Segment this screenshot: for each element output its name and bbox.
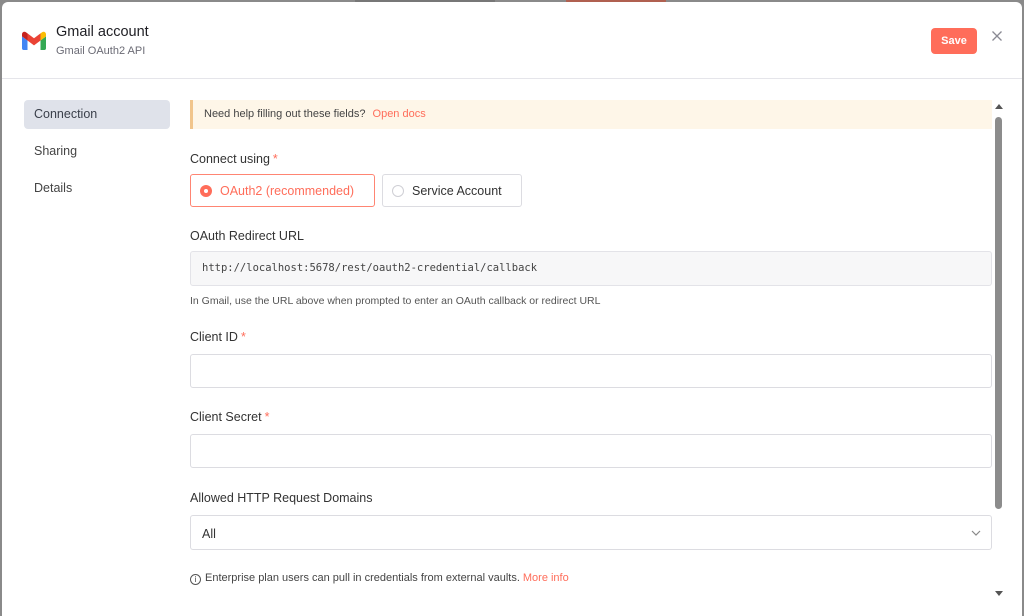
credential-modal: Gmail account Gmail OAuth2 API Save Conn… <box>2 2 1022 616</box>
allowed-domains-label: Allowed HTTP Request Domains <box>190 491 373 505</box>
close-button[interactable] <box>990 30 1004 44</box>
scroll-up-arrow-icon[interactable] <box>995 104 1003 109</box>
required-mark: * <box>240 330 246 344</box>
client-secret-input[interactable] <box>190 434 992 468</box>
info-text: Enterprise plan users can pull in creden… <box>205 572 520 584</box>
scroll-thumb[interactable] <box>995 117 1002 509</box>
help-banner: Need help filling out these fields? Open… <box>190 100 992 129</box>
modal-header: Gmail account Gmail OAuth2 API Save <box>2 2 1022 79</box>
allowed-domains-value: All <box>202 527 216 541</box>
close-icon <box>992 31 1002 41</box>
info-icon: i <box>190 574 201 585</box>
chevron-down-icon <box>971 530 981 536</box>
client-secret-label: Client Secret * <box>190 410 269 424</box>
connect-using-text: Connect using <box>190 152 270 166</box>
option-service-account-label: Service Account <box>412 184 502 198</box>
gmail-logo-icon <box>22 31 46 50</box>
sidebar-item-connection[interactable]: Connection <box>24 100 170 129</box>
sidebar: Connection Sharing Details <box>24 100 170 211</box>
client-secret-text: Client Secret <box>190 410 262 424</box>
content-scrollbar[interactable] <box>994 102 1004 598</box>
client-id-text: Client ID <box>190 330 238 344</box>
required-mark: * <box>272 152 278 166</box>
option-oauth2-label: OAuth2 (recommended) <box>220 184 355 198</box>
connect-using-label: Connect using * <box>190 152 278 166</box>
redirect-url-field[interactable]: http://localhost:5678/rest/oauth2-creden… <box>190 251 992 286</box>
save-button[interactable]: Save <box>931 28 977 54</box>
redirect-url-hint: In Gmail, use the URL above when prompte… <box>190 295 601 307</box>
sidebar-item-details[interactable]: Details <box>24 174 170 203</box>
more-info-link[interactable]: More info <box>523 572 569 584</box>
client-id-label: Client ID * <box>190 330 246 344</box>
sidebar-item-sharing[interactable]: Sharing <box>24 137 170 166</box>
radio-unselected-icon <box>392 185 404 197</box>
allowed-domains-select[interactable]: All <box>190 515 992 550</box>
scroll-down-arrow-icon[interactable] <box>995 591 1003 596</box>
help-text: Need help filling out these fields? <box>204 108 366 120</box>
client-id-input[interactable] <box>190 354 992 388</box>
modal-title: Gmail account <box>56 24 149 40</box>
external-vaults-note: i Enterprise plan users can pull in crede… <box>190 572 569 585</box>
required-mark: * <box>264 410 270 424</box>
open-docs-link[interactable]: Open docs <box>373 108 426 120</box>
option-oauth2[interactable]: OAuth2 (recommended) <box>190 174 375 207</box>
option-service-account[interactable]: Service Account <box>382 174 522 207</box>
radio-selected-icon <box>200 185 212 197</box>
modal-subtitle: Gmail OAuth2 API <box>56 45 146 57</box>
redirect-url-label: OAuth Redirect URL <box>190 229 304 243</box>
